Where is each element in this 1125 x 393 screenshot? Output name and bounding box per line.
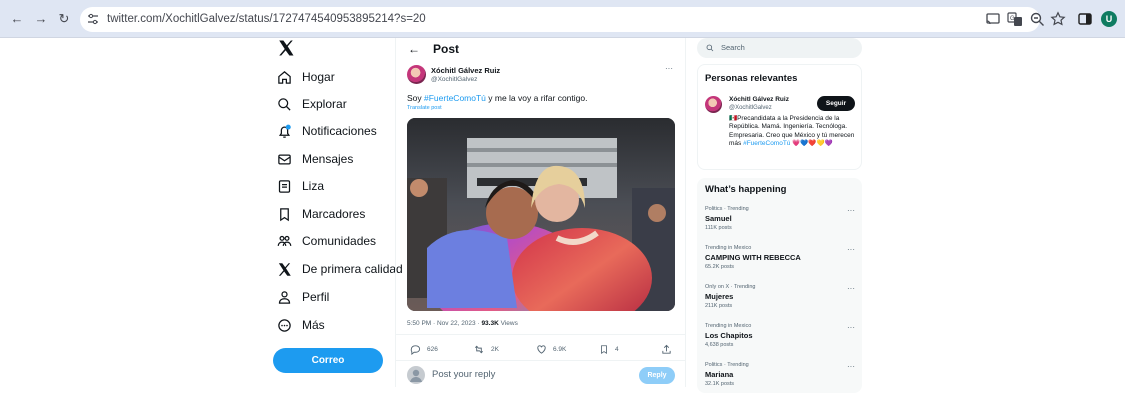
more-options-icon[interactable]: ··· — [847, 323, 855, 332]
sidebar-item-label: Comunidades — [302, 234, 377, 248]
url-text: twitter.com/XochitlGalvez/status/1727474… — [107, 13, 426, 25]
sidebar-item-comunidades[interactable]: Comunidades — [277, 231, 376, 251]
search-icon — [706, 44, 714, 52]
translate-icon[interactable]: G — [1007, 11, 1023, 27]
sidebar-item-mas[interactable]: Más — [277, 315, 325, 335]
follow-button[interactable]: Seguir — [817, 96, 855, 111]
mail-icon — [278, 154, 291, 164]
back-arrow-icon[interactable]: ← — [9, 11, 25, 27]
more-options-icon[interactable]: ··· — [847, 245, 855, 254]
trend-item[interactable]: Only on X · Trending Mujeres 211K posts … — [705, 284, 855, 309]
avatar[interactable] — [705, 96, 722, 113]
repost-action[interactable]: 2K — [473, 344, 499, 355]
x-icon — [278, 262, 291, 276]
whats-happening-card: What’s happening Politics · Trending Sam… — [697, 178, 862, 393]
post-timestamp: 5:50 PM · Nov 22, 2023 · 93.3K Views — [407, 320, 518, 327]
search-placeholder: Search — [721, 43, 745, 52]
sidebar-item-label: Explorar — [302, 97, 347, 111]
trend-item[interactable]: Trending in Mexico Los Chapitos 4,638 po… — [705, 323, 855, 348]
post-column: ← Post Xóchitl Gálvez Ruiz @XochitlGalve… — [395, 38, 686, 387]
more-options-icon[interactable]: ··· — [665, 64, 673, 73]
search-input[interactable]: Search — [697, 38, 862, 58]
like-action[interactable]: 6.9K — [536, 344, 566, 355]
home-icon — [278, 70, 291, 84]
more-options-icon[interactable]: ··· — [847, 362, 855, 371]
trend-item[interactable]: Politics · Trending Samuel 111K posts ··… — [705, 206, 855, 231]
sidebar-item-explorar[interactable]: Explorar — [277, 94, 347, 114]
more-options-icon[interactable]: ··· — [847, 284, 855, 293]
divider — [396, 360, 685, 361]
bookmark-icon — [601, 345, 607, 355]
zoom-icon[interactable] — [1029, 11, 1045, 27]
sidebar-item-liza[interactable]: Liza — [277, 176, 324, 196]
bookmark-star-icon[interactable] — [1050, 11, 1066, 27]
communities-icon — [277, 235, 292, 246]
heart-icon — [537, 345, 546, 354]
bookmark-action[interactable]: 4 — [599, 344, 619, 355]
section-title: Personas relevantes — [705, 73, 798, 84]
page-title: Post — [433, 42, 460, 56]
sidebar-item-label: Perfil — [302, 290, 330, 304]
bio-text: 🇲🇽Precandidata a la Presidencia de la Re… — [729, 115, 855, 147]
view-count: 93.3K — [481, 320, 499, 327]
reply-input[interactable]: Post your reply — [432, 369, 495, 380]
more-options-icon[interactable]: ··· — [847, 206, 855, 215]
post-button[interactable]: Correo — [273, 348, 383, 373]
translate-link[interactable]: Translate post — [407, 105, 442, 111]
author-handle[interactable]: @XochitlGalvez — [431, 76, 477, 83]
list-icon — [278, 179, 291, 193]
relevant-handle[interactable]: @XochitlGalvez — [729, 105, 772, 111]
post-text: Soy #FuerteComoTú y me la voy a rifar co… — [407, 93, 588, 103]
browser-toolbar: ← → ↻ twitter.com/XochitlGalvez/status/1… — [0, 0, 1125, 38]
sidebar-item-notificaciones[interactable]: Notificaciones — [277, 121, 377, 141]
sidebar-item-mensajes[interactable]: Mensajes — [277, 149, 353, 169]
cast-icon[interactable] — [985, 11, 1001, 27]
bell-icon — [278, 124, 291, 138]
sidebar-item-marcadores[interactable]: Marcadores — [277, 204, 365, 224]
post-photo[interactable] — [407, 118, 675, 311]
profile-avatar[interactable]: U — [1101, 11, 1117, 27]
reply-button[interactable]: Reply — [639, 367, 675, 384]
reply-action[interactable]: 626 — [410, 344, 438, 355]
more-circle-icon — [278, 318, 291, 332]
side-panel-icon[interactable] — [1077, 11, 1093, 27]
site-settings-icon[interactable] — [87, 13, 99, 25]
sidebar-item-label: Hogar — [302, 70, 335, 84]
section-title: What’s happening — [705, 184, 787, 195]
repost-icon — [475, 345, 483, 354]
sidebar-item-label: De primera calidad — [302, 262, 403, 276]
reload-icon[interactable]: ↻ — [56, 11, 72, 27]
sidebar-item-label: Marcadores — [302, 207, 366, 221]
search-icon — [278, 97, 291, 111]
divider — [396, 334, 685, 335]
trend-item[interactable]: Trending in Mexico CAMPING WITH REBECCA … — [705, 245, 855, 270]
relevant-name[interactable]: Xóchitl Gálvez Ruiz — [729, 96, 789, 103]
trend-item[interactable]: Politics · Trending Mariana 32.1K posts … — [705, 362, 855, 387]
user-avatar — [407, 366, 425, 384]
address-bar[interactable]: twitter.com/XochitlGalvez/status/1727474… — [80, 7, 1040, 32]
sidebar-item-hogar[interactable]: Hogar — [277, 67, 335, 87]
svg-text:G: G — [1010, 16, 1015, 22]
forward-arrow-icon[interactable]: → — [33, 11, 49, 27]
sidebar-item-label: Liza — [302, 179, 325, 193]
sidebar-item-label: Más — [302, 318, 325, 332]
author-name[interactable]: Xóchitl Gálvez Ruiz — [431, 66, 500, 75]
relevant-people-card: Personas relevantes Xóchitl Gálvez Ruiz … — [697, 64, 862, 170]
share-icon[interactable] — [661, 344, 672, 355]
hashtag-link[interactable]: #FuerteComoTú — [743, 140, 790, 147]
person-icon — [278, 290, 291, 304]
reply-icon — [410, 345, 421, 355]
author-avatar[interactable] — [407, 65, 426, 84]
sidebar-item-label: Mensajes — [302, 152, 354, 166]
sidebar-item-premium[interactable]: De primera calidad — [277, 259, 403, 279]
back-arrow-icon[interactable]: ← — [408, 42, 420, 56]
sidebar-item-perfil[interactable]: Perfil — [277, 287, 329, 307]
x-logo-icon[interactable] — [277, 39, 295, 57]
hashtag-link[interactable]: #FuerteComoTú — [424, 93, 486, 103]
sidebar-item-label: Notificaciones — [302, 124, 377, 138]
bookmark-icon — [280, 207, 289, 221]
